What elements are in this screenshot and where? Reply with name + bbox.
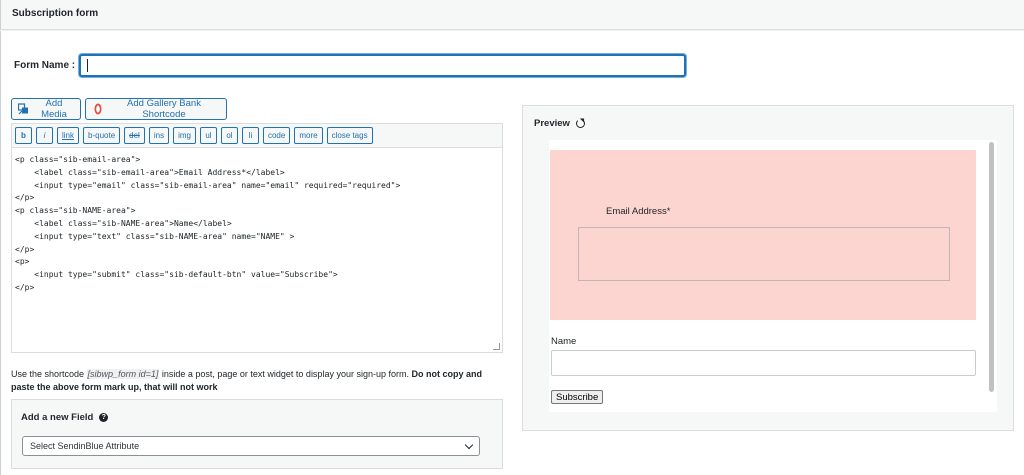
- form-markup-textarea[interactable]: <p class="sib-email-area"> <label class=…: [12, 148, 502, 301]
- quicktag-ins-button[interactable]: ins: [148, 127, 170, 144]
- quicktag-ol-button[interactable]: ol: [220, 127, 238, 144]
- preview-name-label: Name: [551, 336, 577, 347]
- panel-title: Subscription form: [12, 8, 99, 19]
- quicktag-more-button[interactable]: more: [294, 127, 323, 144]
- preview-title-text: Preview: [534, 118, 570, 129]
- text-caret: [87, 59, 88, 72]
- preview-email-label: Email Address*: [606, 206, 671, 217]
- add-media-button[interactable]: Add Media: [11, 98, 81, 120]
- gallery-bank-icon: [92, 103, 104, 115]
- preview-scrollbar[interactable]: [989, 142, 994, 392]
- form-name-label: Form Name :: [14, 60, 76, 71]
- quicktag-italic-button[interactable]: i: [36, 127, 53, 144]
- help-icon[interactable]: ?: [99, 413, 109, 422]
- add-field-title-text: Add a new Field: [21, 412, 94, 423]
- preview-panel: Preview Email Address* Name Subscribe: [522, 105, 1014, 431]
- quicktag-code-button[interactable]: code: [262, 127, 291, 144]
- quicktag-ul-button[interactable]: ul: [199, 127, 217, 144]
- preview-email-area: Email Address*: [550, 150, 976, 320]
- note-text-before: Use the shortcode: [11, 369, 87, 379]
- preview-title: Preview: [534, 118, 585, 129]
- resize-handle[interactable]: [493, 343, 500, 350]
- chevron-down-icon: [464, 440, 474, 450]
- html-editor: b i link b-quote del ins img ul ol li co…: [11, 123, 503, 353]
- add-gallery-label: Add Gallery Bank Shortcode: [127, 98, 201, 120]
- quicktag-close-tags-button[interactable]: close tags: [326, 127, 373, 144]
- preview-name-input[interactable]: [551, 350, 976, 376]
- attribute-select[interactable]: Select SendinBlue Attribute: [22, 436, 480, 456]
- quicktag-blockquote-button[interactable]: b-quote: [83, 127, 121, 144]
- quicktag-link-button[interactable]: link: [57, 127, 80, 144]
- quicktags-toolbar: b i link b-quote del ins img ul ol li co…: [12, 124, 502, 148]
- quicktag-img-button[interactable]: img: [173, 127, 196, 144]
- preview-frame: Email Address* Name Subscribe: [549, 140, 997, 412]
- shortcode-code: [sibwp_form id=1]: [86, 369, 160, 379]
- preview-subscribe-button[interactable]: Subscribe: [551, 390, 604, 404]
- media-icon: [17, 103, 30, 115]
- quicktag-li-button[interactable]: li: [241, 127, 259, 144]
- quicktag-bold-button[interactable]: b: [15, 127, 32, 144]
- attribute-select-value: Select SendinBlue Attribute: [30, 441, 140, 451]
- preview-email-input[interactable]: [578, 227, 950, 281]
- panel-header: Subscription form: [0, 0, 1024, 30]
- add-field-title: Add a new Field ?: [21, 412, 109, 423]
- add-field-panel: Add a new Field ? Select SendinBlue Attr…: [11, 399, 503, 469]
- quicktag-del-button[interactable]: del: [124, 127, 145, 144]
- add-media-label: Add Media: [41, 98, 67, 120]
- note-text-after: inside a post, page or text widget to di…: [159, 369, 412, 379]
- shortcode-note: Use the shortcode [sibwp_form id=1] insi…: [11, 368, 506, 394]
- refresh-icon[interactable]: [575, 119, 585, 128]
- form-name-input[interactable]: [79, 54, 686, 77]
- add-gallery-shortcode-button[interactable]: Add Gallery Bank Shortcode: [85, 98, 227, 120]
